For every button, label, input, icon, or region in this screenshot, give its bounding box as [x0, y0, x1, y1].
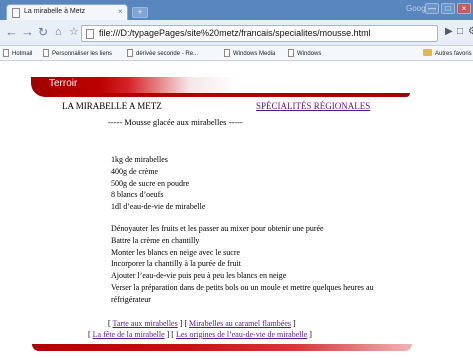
step-item: Ajouter l’eau-de-vie puis peu à peu les …: [111, 271, 287, 281]
fete-link[interactable]: La fête de la mirabelle: [93, 330, 165, 339]
bookmark-item[interactable]: Windows Media: [224, 49, 275, 57]
reload-icon[interactable]: ↻: [38, 25, 48, 39]
step-item: Monter les blancs en neige avec le sucre: [111, 247, 241, 257]
specialites-link[interactable]: SPÉCIALITÉS RÉGIONALES: [256, 101, 370, 111]
page-icon: [224, 49, 230, 57]
tab-title: La mirabelle à Metz: [24, 8, 86, 15]
bracket-text: ]: [291, 319, 296, 328]
recipe-steps: Dénoyauter les fruits et les passer au m…: [111, 223, 411, 306]
page-icon: [127, 49, 133, 57]
banner-stripe: [60, 93, 410, 97]
star-icon[interactable]: ☆: [69, 25, 79, 39]
ingredient-item: 1dl d’eau-de-vie de mirabelle: [111, 202, 206, 212]
ingredient-list: 1kg de mirabelles 400g de crème 500g de …: [111, 154, 205, 213]
step-item: Battre la crème en chantilly: [111, 235, 200, 245]
minimize-button[interactable]: —: [425, 3, 439, 14]
ingredient-item: 8 blancs d’oeufs: [111, 190, 164, 200]
page-title: LA MIRABELLE A METZ: [62, 101, 162, 111]
bookmark-item[interactable]: dérivée seconde - Re...: [127, 49, 198, 57]
folder-icon: [423, 49, 432, 56]
maximize-button[interactable]: □: [441, 3, 455, 14]
bookmark-item[interactable]: Windows: [288, 49, 321, 57]
home-icon[interactable]: ⌂: [55, 25, 62, 39]
toolbar: ← → ↻ ⌂ ☆ file:///D:/typagePages/site%20…: [0, 20, 473, 46]
recipe-title: ----- Mousse glacée aux mirabelles -----: [108, 117, 243, 127]
step-item: Verser la préparation dans de petits bol…: [111, 282, 374, 292]
play-icon[interactable]: ▶: [445, 26, 453, 37]
tab-mirabelle[interactable]: La mirabelle à Metz ×: [6, 4, 128, 20]
step-item: Incorporer la chantilly à la purée de fr…: [111, 259, 241, 269]
caramel-link[interactable]: Mirabelles au caramel flambées: [189, 319, 291, 328]
bracket-text: ]: [307, 330, 312, 339]
tab-close-icon[interactable]: ×: [118, 7, 123, 16]
bookmark-item[interactable]: Hotmail: [3, 49, 32, 57]
bookmark-item[interactable]: Personnaliser les liens: [43, 49, 112, 57]
page-icon: [288, 49, 294, 57]
footer-bar: [32, 344, 412, 351]
origines-link[interactable]: Les origines de l’eau-de-vie de mirabell…: [176, 330, 307, 339]
step-item: réfrigérateur: [111, 294, 151, 304]
step-item: Dénoyauter les fruits et les passer au m…: [111, 224, 324, 233]
page-icon: [12, 8, 20, 18]
back-icon[interactable]: ←: [5, 25, 18, 39]
title-bar: La mirabelle à Metz × + Google — □ ×: [0, 0, 473, 20]
ingredient-item: 1kg de mirabelles: [111, 155, 168, 164]
address-bar[interactable]: file:///D:/typagePages/site%20metz/franc…: [81, 25, 438, 42]
banner-title: Terroir: [49, 78, 78, 89]
new-tab-button[interactable]: +: [132, 7, 148, 18]
other-bookmarks[interactable]: Autres favoris: [423, 49, 472, 57]
page-icon: [3, 49, 9, 57]
ingredient-item: 400g de crème: [111, 166, 159, 176]
page-icon: [43, 49, 49, 57]
related-links-row1: [ Tarte aux mirabelles ] [ Mirabelles au…: [108, 319, 296, 328]
tarte-link[interactable]: Tarte aux mirabelles: [113, 319, 178, 328]
bracket-text: ] [: [164, 330, 176, 339]
forward-icon[interactable]: →: [21, 25, 34, 39]
url-text[interactable]: file:///D:/typagePages/site%20metz/franc…: [99, 28, 371, 38]
page-menu-icon[interactable]: □: [457, 26, 463, 37]
bracket-text: ] [: [177, 319, 190, 328]
ingredient-item: 500g de sucre en poudre: [111, 178, 190, 188]
wrench-icon[interactable]: ⚙: [468, 26, 473, 37]
page-icon: [86, 29, 94, 39]
related-links-row2: [ La fête de la mirabelle ] [ Les origin…: [88, 330, 312, 339]
close-window-button[interactable]: ×: [457, 3, 471, 14]
bookmarks-bar: Hotmail Personnaliser les liens dérivée …: [0, 47, 473, 61]
